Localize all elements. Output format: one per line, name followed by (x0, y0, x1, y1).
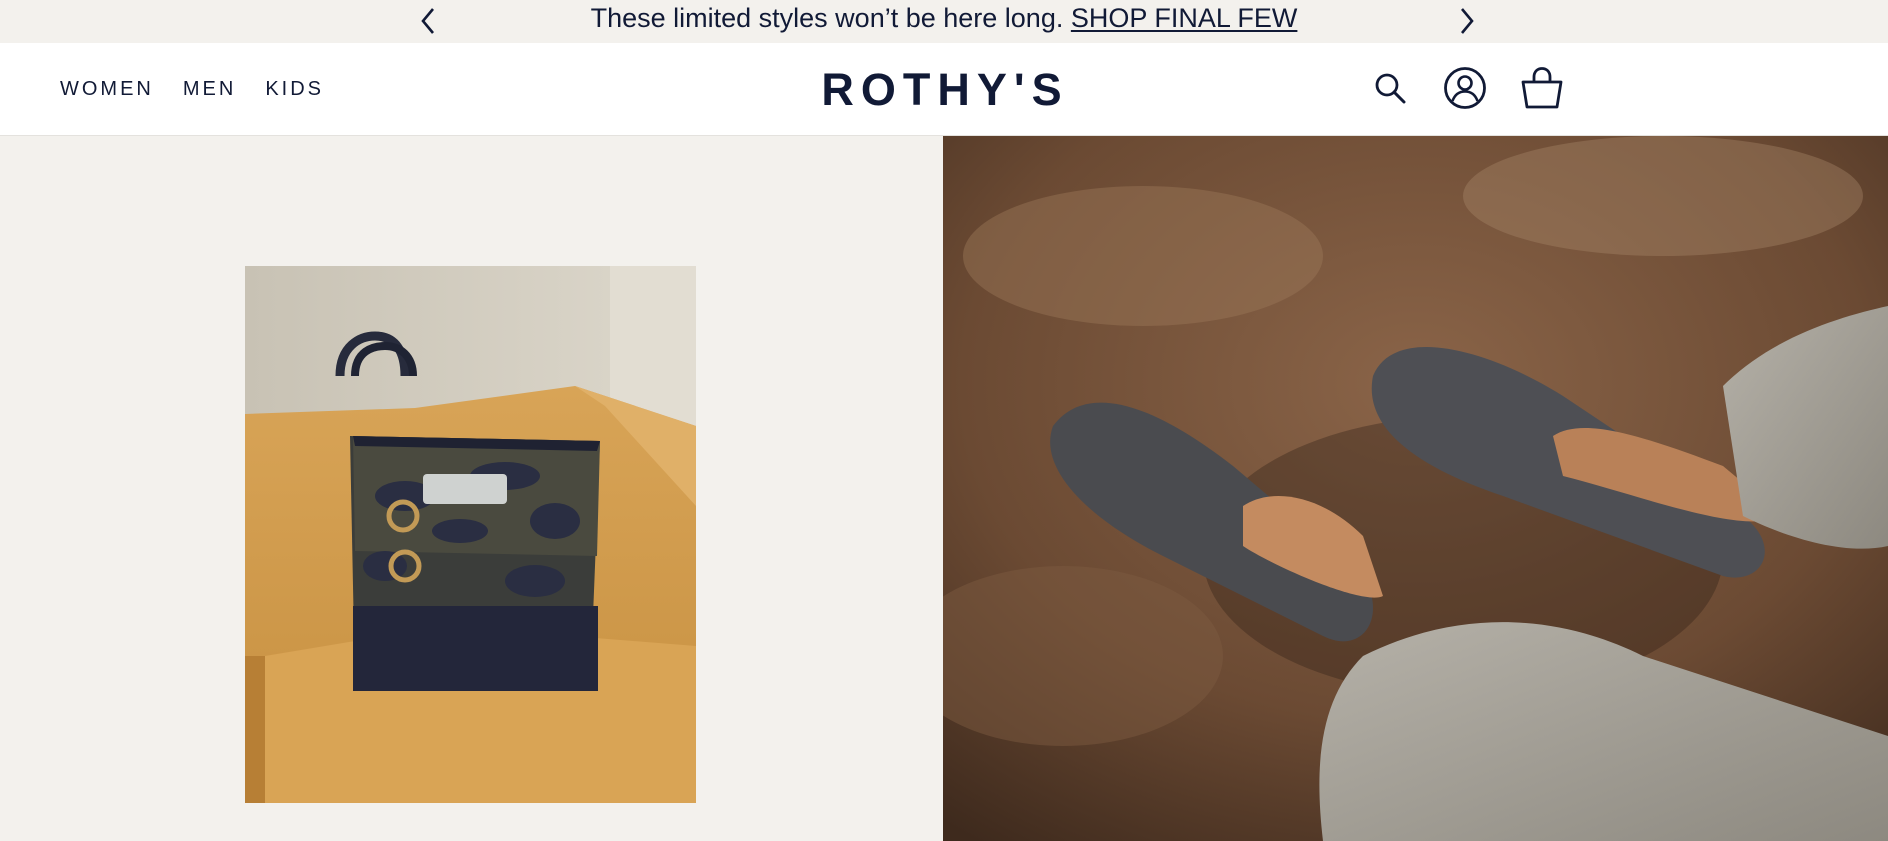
search-button[interactable] (1367, 65, 1413, 111)
hero-left-panel (0, 136, 943, 841)
announcement-next-button[interactable] (1450, 4, 1484, 38)
tote-bag-photo[interactable] (245, 266, 696, 803)
main-nav: WOMEN MEN KIDS (60, 43, 353, 136)
shop-final-few-link[interactable]: SHOP FINAL FEW (1071, 3, 1298, 33)
cart-button[interactable] (1519, 65, 1565, 111)
nav-kids[interactable]: KIDS (265, 78, 324, 101)
chevron-right-icon (1461, 8, 1474, 34)
announcement-message: These limited styles won’t be here long.… (0, 0, 1888, 37)
account-icon (1444, 67, 1486, 109)
nav-men[interactable]: MEN (183, 78, 236, 101)
announcement-bar: These limited styles won’t be here long.… (0, 0, 1888, 43)
hero-right-panel (943, 136, 1888, 841)
loafers-photo[interactable] (943, 136, 1888, 841)
account-button[interactable] (1442, 65, 1488, 111)
cart-icon (1521, 67, 1563, 109)
nav-women[interactable]: WOMEN (60, 78, 154, 101)
announcement-text: These limited styles won’t be here long. (590, 3, 1064, 33)
tote-bag-image (245, 266, 696, 803)
search-icon (1375, 73, 1406, 104)
loafers-on-rug-image (943, 136, 1888, 841)
brand-logo[interactable]: ROTHY'S (821, 43, 1061, 136)
site-header: WOMEN MEN KIDS ROTHY'S (0, 43, 1888, 136)
